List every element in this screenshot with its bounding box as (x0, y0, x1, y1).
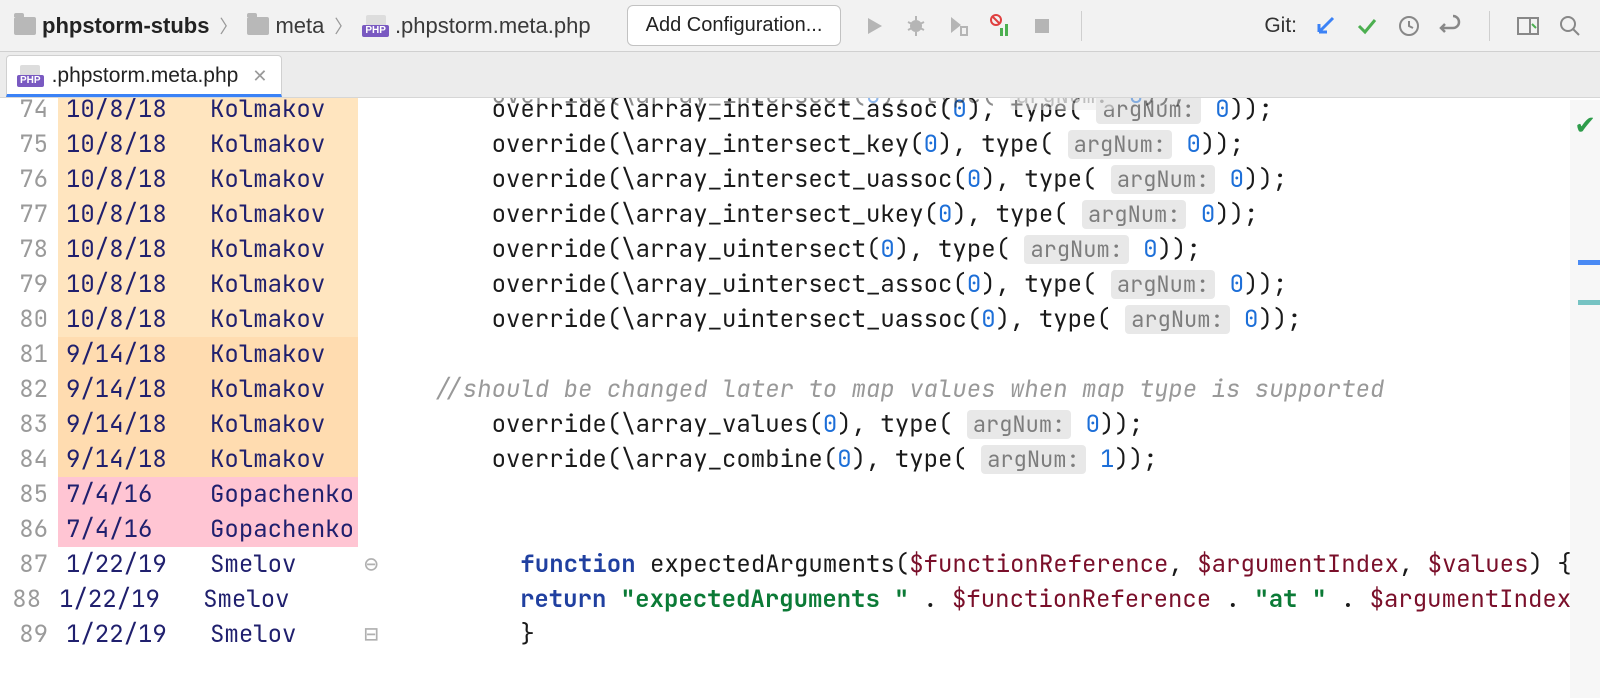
php-file-icon: PHP (362, 15, 389, 37)
update-project-icon[interactable] (1311, 12, 1339, 40)
blame-cell[interactable]: 1/22/19 Smelov (58, 547, 358, 582)
git-label: Git: (1264, 14, 1297, 38)
stripe-mark[interactable] (1578, 260, 1600, 265)
breadcrumb-file-label: .phpstorm.meta.php (395, 13, 591, 39)
blame-cell[interactable]: 10/8/18 Kolmakov (58, 127, 358, 162)
breadcrumb-mid-label: meta (275, 13, 324, 39)
rollback-icon[interactable] (1437, 12, 1465, 40)
breadcrumb-root[interactable]: phpstorm-stubs (8, 9, 215, 43)
layout-icon[interactable] (1514, 12, 1542, 40)
code-line: 849/14/18 Kolmakov override(\array_combi… (0, 442, 1600, 477)
breadcrumb-file[interactable]: PHP .phpstorm.meta.php (356, 9, 596, 43)
debug-icon[interactable] (903, 13, 929, 39)
stripe-mark[interactable] (1578, 300, 1600, 305)
blame-cell[interactable]: 10/8/18 Kolmakov (58, 197, 358, 232)
blame-cell[interactable]: 10/8/18 Kolmakov (58, 232, 358, 267)
blame-cell[interactable]: 7/4/16 Gopachenko (58, 477, 358, 512)
blame-cell[interactable]: 7/4/16 Gopachenko (58, 512, 358, 547)
vcs-toolbar: Git: (1264, 11, 1592, 41)
history-icon[interactable] (1395, 12, 1423, 40)
code-line: 881/22/19 Smelov return "expectedArgumen… (0, 582, 1600, 617)
run-toolbar (861, 11, 1092, 41)
breadcrumb-mid[interactable]: meta (241, 9, 330, 43)
code-line: 819/14/18 Kolmakov (0, 337, 1600, 372)
blame-cell[interactable]: 10/8/18 Kolmakov (58, 302, 358, 337)
tab-phpstorm-meta[interactable]: PHP .phpstorm.meta.php ✕ (6, 55, 282, 97)
code-line: 7610/8/18 Kolmakov override(\array_inter… (0, 162, 1600, 197)
code-line: 7810/8/18 Kolmakov override(\array_uinte… (0, 232, 1600, 267)
code-line: 7510/8/18 Kolmakov override(\array_inter… (0, 127, 1600, 162)
folder-icon (14, 17, 36, 35)
blame-cell[interactable]: 10/8/18 Kolmakov (58, 267, 358, 302)
blame-cell[interactable]: 1/22/19 Smelov (51, 582, 309, 617)
fold-end-icon[interactable]: ⊟ (358, 617, 428, 652)
breadcrumb: phpstorm-stubs 〉 meta 〉 PHP .phpstorm.me… (8, 9, 597, 43)
separator (1489, 11, 1490, 41)
inspection-ok-icon[interactable]: ✔ (1574, 110, 1596, 141)
separator (1081, 11, 1082, 41)
coverage-icon[interactable] (945, 13, 971, 39)
run-icon[interactable] (861, 13, 887, 39)
profile-icon[interactable] (987, 13, 1013, 39)
folder-icon (247, 17, 269, 35)
blame-cell[interactable]: 9/14/18 Kolmakov (58, 372, 358, 407)
blame-cell[interactable]: 9/14/18 Kolmakov (58, 337, 358, 372)
close-icon[interactable]: ✕ (252, 66, 267, 87)
code-line: 8010/8/18 Kolmakov override(\array_uinte… (0, 302, 1600, 337)
code-line: 891/22/19 Smelov⊟ } (0, 617, 1600, 652)
add-configuration-button[interactable]: Add Configuration... (627, 5, 842, 46)
code-line: 829/14/18 Kolmakov//should be changed la… (0, 372, 1600, 407)
error-stripe[interactable]: ✔ (1570, 100, 1600, 698)
blame-cell[interactable]: 10/8/18 Kolmakov (58, 98, 358, 127)
editor-tabs: PHP .phpstorm.meta.php ✕ (0, 52, 1600, 98)
code-line: 871/22/19 Smelov⊖ function expectedArgum… (0, 547, 1600, 582)
blame-cell[interactable]: 1/22/19 Smelov (58, 617, 358, 652)
code-editor[interactable]: override(\array_intersect(0), type( argN… (0, 98, 1600, 698)
php-file-icon: PHP (17, 65, 44, 87)
commit-icon[interactable] (1353, 12, 1381, 40)
chevron-right-icon: 〉 (219, 13, 237, 39)
code-line: 857/4/16 Gopachenko (0, 477, 1600, 512)
stop-icon[interactable] (1029, 13, 1055, 39)
blame-cell[interactable]: 9/14/18 Kolmakov (58, 442, 358, 477)
breadcrumb-root-label: phpstorm-stubs (42, 13, 209, 39)
fold-collapse-icon[interactable]: ⊖ (358, 547, 428, 582)
tab-label: .phpstorm.meta.php (52, 64, 239, 88)
code-line: 867/4/16 Gopachenko (0, 512, 1600, 547)
blame-cell[interactable]: 10/8/18 Kolmakov (58, 162, 358, 197)
blame-cell[interactable]: 9/14/18 Kolmakov (58, 407, 358, 442)
chevron-right-icon: 〉 (334, 13, 352, 39)
search-everywhere-icon[interactable] (1556, 12, 1584, 40)
code-line: 7710/8/18 Kolmakov override(\array_inter… (0, 197, 1600, 232)
main-toolbar: phpstorm-stubs 〉 meta 〉 PHP .phpstorm.me… (0, 0, 1600, 52)
code-line: 7910/8/18 Kolmakov override(\array_uinte… (0, 267, 1600, 302)
code-line: 839/14/18 Kolmakov override(\array_value… (0, 407, 1600, 442)
